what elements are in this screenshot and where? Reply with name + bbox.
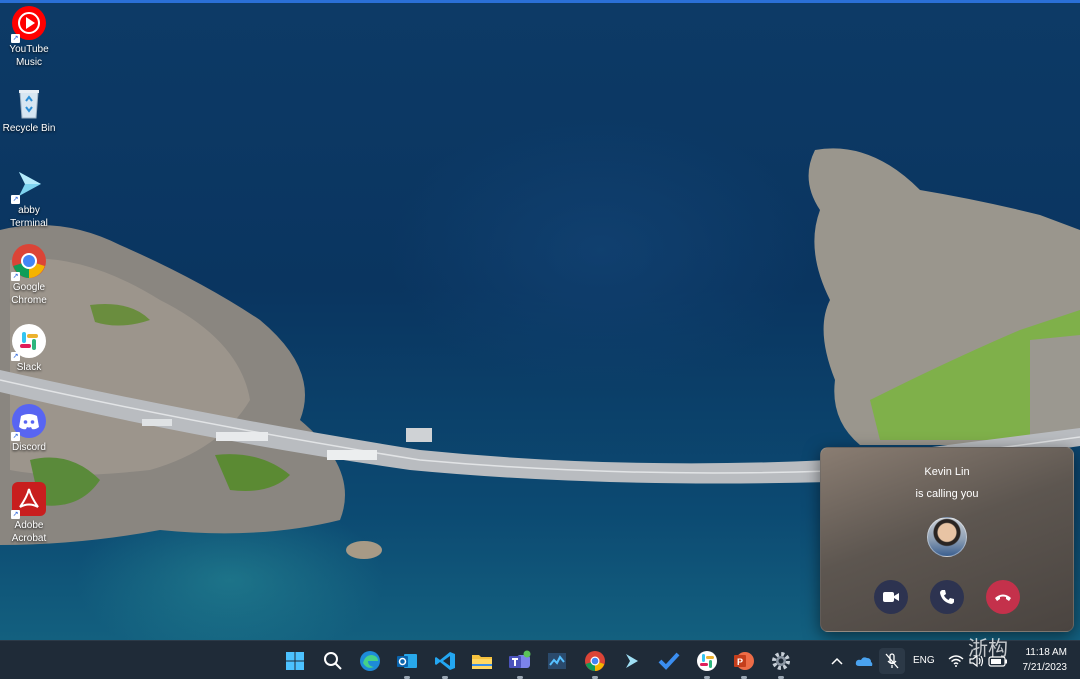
taskbar-app-task-manager[interactable] xyxy=(544,648,570,674)
slack-icon xyxy=(697,651,717,671)
microphone-muted-icon xyxy=(885,653,899,669)
desktop-icon-label: abby Terminal xyxy=(10,205,48,229)
desktop-icon-discord[interactable]: ↗ Discord xyxy=(0,403,58,454)
phone-icon xyxy=(940,590,954,604)
shortcut-arrow-icon: ↗ xyxy=(11,352,20,361)
tray-wifi[interactable] xyxy=(946,648,966,674)
task-manager-icon xyxy=(548,653,566,669)
clock-date[interactable]: 7/21/2023 xyxy=(1017,662,1068,673)
desktop-icon-chrome[interactable]: ↗ Google Chrome xyxy=(0,243,58,307)
taskbar-app-todo[interactable] xyxy=(656,648,682,674)
wifi-icon xyxy=(948,655,964,667)
powerpoint-icon: P xyxy=(734,652,754,670)
chrome-icon xyxy=(585,651,605,671)
shortcut-arrow-icon: ↗ xyxy=(11,510,20,519)
decline-call-button[interactable] xyxy=(986,580,1020,614)
shortcut-arrow-icon: ↗ xyxy=(11,195,20,204)
taskbar-app-slack[interactable] xyxy=(694,648,720,679)
todo-check-icon xyxy=(658,652,680,670)
acrobat-icon: ↗ xyxy=(11,481,47,519)
taskbar: P ENG 11:18 AM 7/21/2023 xyxy=(0,640,1080,679)
teams-icon xyxy=(509,650,531,668)
desktop-icon-recycle-bin[interactable]: Recycle Bin xyxy=(0,84,58,135)
gear-icon xyxy=(772,652,790,670)
accept-audio-button[interactable] xyxy=(930,580,964,614)
shortcut-arrow-icon: ↗ xyxy=(11,34,20,43)
language-indicator[interactable]: ENG xyxy=(913,655,935,666)
desktop-icon-terminal[interactable]: ↗ abby Terminal xyxy=(0,166,58,230)
caller-name: Kevin Lin xyxy=(924,466,970,478)
accept-video-button[interactable] xyxy=(874,580,908,614)
desktop-icon-label: Discord xyxy=(12,442,46,453)
outlook-icon xyxy=(397,654,417,668)
slack-icon: ↗ xyxy=(11,323,47,361)
chrome-icon: ↗ xyxy=(11,243,47,281)
taskbar-app-edge[interactable] xyxy=(357,648,383,674)
incoming-call-notification[interactable]: Kevin Lin is calling you xyxy=(820,447,1074,632)
desktop-icon-label: Slack xyxy=(16,362,42,373)
taskbar-app-teams[interactable] xyxy=(507,648,533,679)
vscode-icon xyxy=(435,652,455,670)
taskbar-app-vscode[interactable] xyxy=(432,648,458,679)
video-camera-icon xyxy=(883,592,899,602)
recycle-bin-icon xyxy=(11,84,47,120)
youtube-music-icon: ↗ xyxy=(11,5,47,43)
taskbar-app-terminal[interactable] xyxy=(619,648,645,674)
taskbar-app-chrome[interactable] xyxy=(582,648,608,679)
tray-onedrive[interactable] xyxy=(853,648,875,674)
desktop-icon-slack[interactable]: ↗ Slack xyxy=(0,323,58,374)
taskbar-app-file-explorer[interactable] xyxy=(469,648,495,674)
desktop-icon-label: YouTube Music xyxy=(9,44,49,68)
hang-up-icon xyxy=(995,594,1011,601)
shortcut-arrow-icon: ↗ xyxy=(11,272,20,281)
discord-icon: ↗ xyxy=(11,403,47,441)
chevron-up-icon xyxy=(831,657,843,665)
cloud-icon xyxy=(855,657,873,666)
desktop-icon-label: Google Chrome xyxy=(11,282,47,306)
desktop-icon-label: Adobe Acrobat xyxy=(11,520,47,544)
top-accent-line xyxy=(0,0,1080,3)
call-status: is calling you xyxy=(915,488,979,500)
taskbar-app-settings[interactable] xyxy=(768,648,794,679)
shortcut-arrow-icon: ↗ xyxy=(11,432,20,441)
taskbar-search-button[interactable] xyxy=(320,648,346,674)
desktop-icon-label: Recycle Bin xyxy=(2,123,56,134)
edge-icon xyxy=(360,651,380,671)
desktop-icon-acrobat[interactable]: ↗ Adobe Acrobat xyxy=(0,481,58,545)
taskbar-app-outlook[interactable] xyxy=(394,648,420,679)
terminal-icon: ↗ xyxy=(11,166,47,204)
desktop-icon-youtube-music[interactable]: ↗ YouTube Music xyxy=(0,5,58,69)
svg-text:P: P xyxy=(737,657,743,667)
tray-microphone-muted[interactable] xyxy=(879,648,905,674)
show-hidden-icons-button[interactable] xyxy=(829,648,845,674)
avatar xyxy=(927,517,967,557)
terminal-icon xyxy=(626,654,638,668)
clock-time[interactable]: 11:18 AM xyxy=(1017,647,1067,658)
start-button[interactable] xyxy=(282,648,308,674)
folder-icon xyxy=(472,655,492,669)
watermark-logo: 浙构 xyxy=(968,636,1008,660)
windows-start-icon xyxy=(286,652,304,670)
search-icon xyxy=(324,652,342,670)
taskbar-app-powerpoint[interactable]: P xyxy=(731,648,757,679)
